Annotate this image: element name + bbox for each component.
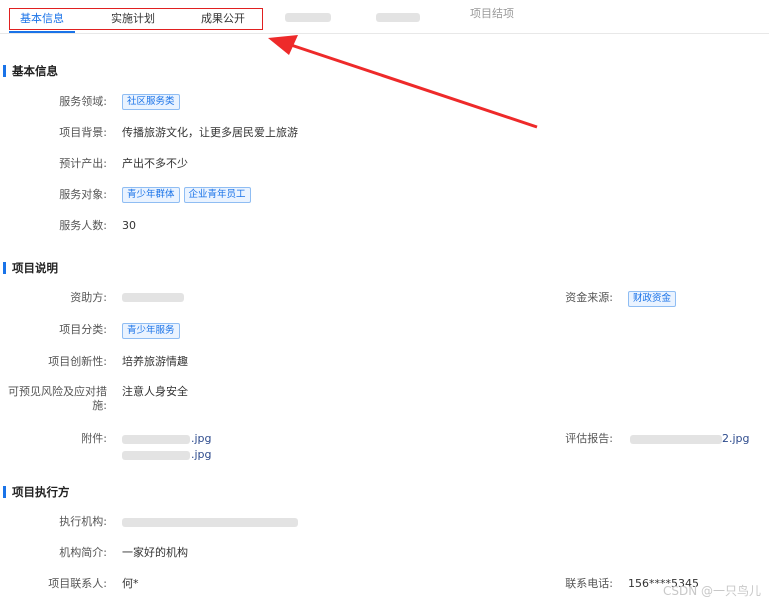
attachment-link[interactable]: .jpg	[191, 432, 212, 446]
attachment-link[interactable]: .jpg	[191, 448, 212, 462]
intro-value: 一家好的机构	[122, 546, 188, 559]
expected-output-label: 预计产出:	[59, 157, 107, 170]
service-count-value: 30	[122, 219, 136, 232]
service-field-tag: 社区服务类	[122, 94, 180, 110]
evaluation-label: 评估报告:	[565, 432, 613, 445]
service-target-tag: 企业青年员工	[183, 187, 251, 203]
intro-label: 机构简介:	[59, 546, 107, 559]
section-title-basic-info: 基本信息	[3, 65, 58, 77]
risk-label: 可预见风险及应对措施:	[8, 385, 107, 412]
service-field-value: 社区服务类	[122, 94, 184, 110]
section-title-project-description: 项目说明	[3, 262, 58, 274]
contact-value: 何*	[122, 577, 139, 590]
category-value: 青少年服务	[122, 323, 184, 339]
fund-source-tag: 财政资金	[628, 291, 677, 307]
background-label: 项目背景:	[59, 126, 107, 139]
category-label: 项目分类:	[59, 323, 107, 336]
background-value: 传播旅游文化，让更多居民爱上旅游	[122, 126, 298, 139]
watermark: CSDN @一只鸟儿	[662, 584, 761, 598]
service-count-label: 服务人数:	[59, 219, 107, 232]
evaluation-redacted-name	[630, 435, 722, 444]
fund-source-value: 财政资金	[628, 291, 680, 307]
service-target-value: 青少年群体 企业青年员工	[122, 187, 255, 203]
contact-label: 项目联系人:	[48, 577, 107, 590]
evaluation-report-link[interactable]: 2.jpg	[722, 432, 750, 446]
innovation-value: 培养旅游情趣	[122, 355, 188, 368]
innovation-label: 项目创新性:	[48, 355, 107, 368]
service-target-label: 服务对象:	[59, 188, 107, 201]
attachment-redacted-name	[122, 435, 190, 444]
attachment-redacted-name	[122, 451, 190, 460]
org-redacted-value	[122, 518, 298, 527]
org-label: 执行机构:	[59, 515, 107, 528]
risk-value: 注意人身安全	[122, 385, 188, 398]
fund-source-label: 资金来源:	[565, 291, 613, 304]
phone-label: 联系电话:	[565, 577, 613, 590]
section-title-executor: 项目执行方	[3, 486, 70, 498]
category-tag: 青少年服务	[122, 323, 180, 339]
funder-redacted-value	[122, 293, 184, 302]
expected-output-value: 产出不多不少	[122, 157, 188, 170]
service-target-tag: 青少年群体	[122, 187, 180, 203]
service-field-label: 服务领域:	[59, 95, 107, 108]
attachment-label: 附件:	[81, 432, 107, 445]
funder-label: 资助方:	[70, 291, 107, 304]
